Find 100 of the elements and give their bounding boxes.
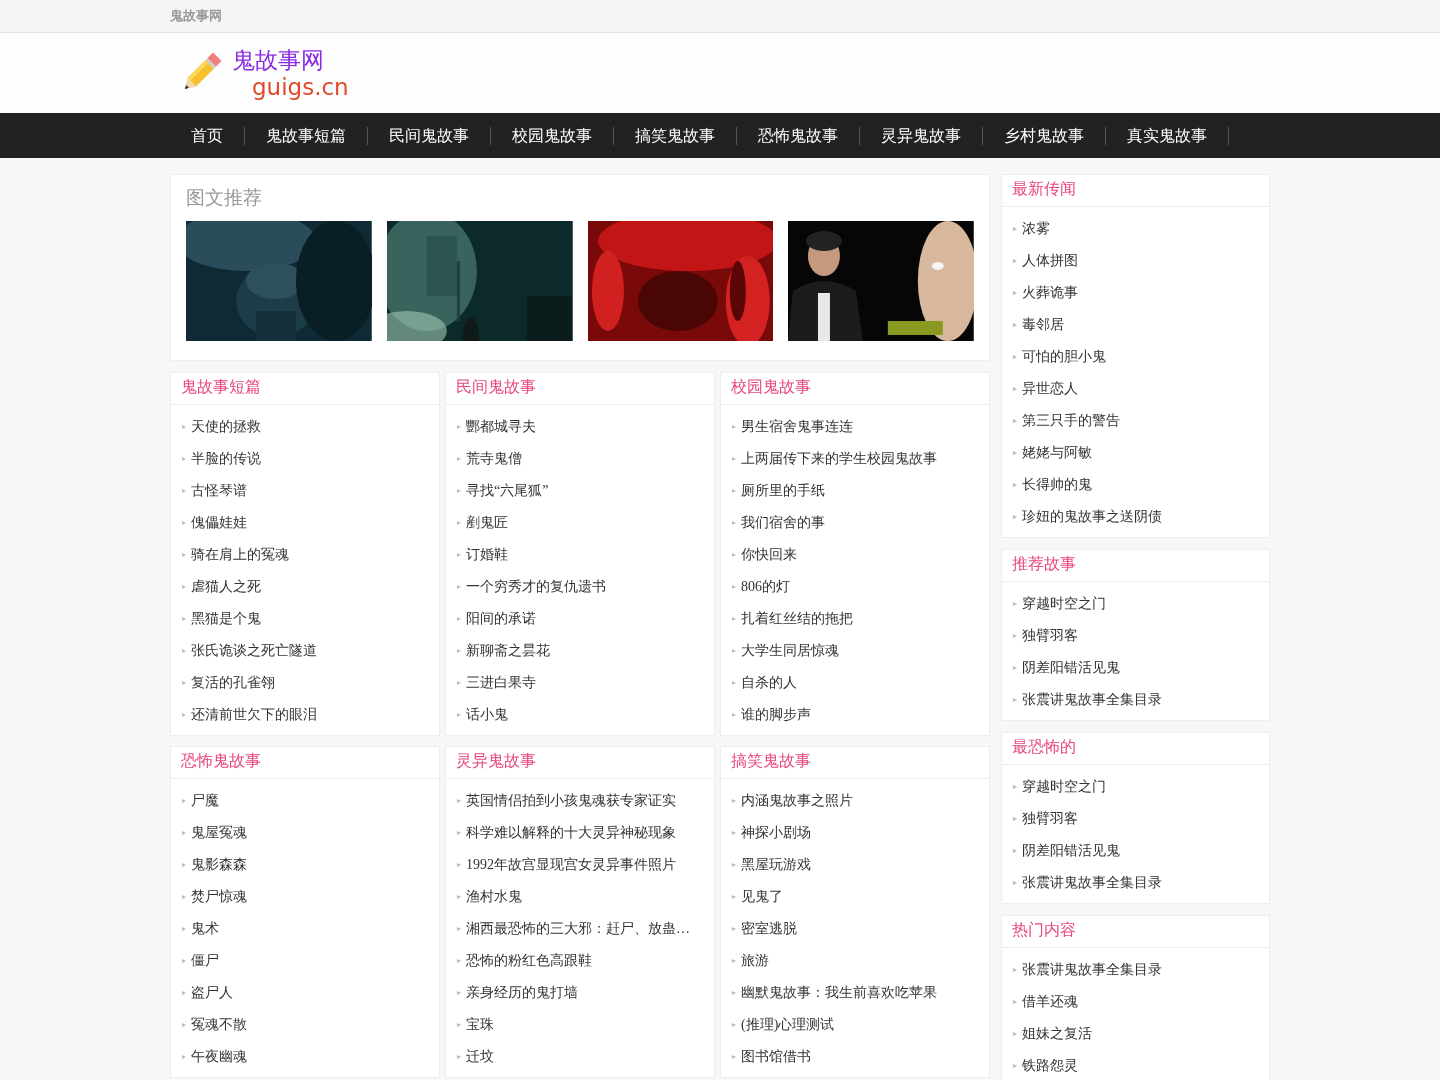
story-link[interactable]: 见鬼了 bbox=[741, 888, 783, 906]
story-link[interactable]: 我们宿舍的事 bbox=[741, 514, 825, 532]
story-link[interactable]: 大学生同居惊魂 bbox=[741, 642, 839, 660]
story-link[interactable]: 湘西最恐怖的三大邪：赶尸、放蛊… bbox=[466, 920, 690, 938]
story-link[interactable]: 冤魂不散 bbox=[191, 1016, 247, 1034]
nav-link[interactable]: 校园鬼故事 bbox=[491, 126, 614, 145]
story-link[interactable]: 图书馆借书 bbox=[741, 1048, 811, 1066]
story-link[interactable]: 穿越时空之门 bbox=[1022, 778, 1106, 796]
nav-link[interactable]: 搞笑鬼故事 bbox=[614, 126, 737, 145]
story-link[interactable]: 张震讲鬼故事全集目录 bbox=[1022, 691, 1162, 709]
story-link[interactable]: 话小鬼 bbox=[466, 706, 508, 724]
bullet-icon bbox=[1012, 290, 1018, 296]
story-link[interactable]: 恐怖的粉红色高跟鞋 bbox=[466, 952, 592, 970]
bullet-icon bbox=[731, 798, 737, 804]
story-link[interactable]: 你快回来 bbox=[741, 546, 797, 564]
story-link[interactable]: 幽默鬼故事：我生前喜欢吃苹果 bbox=[741, 984, 937, 1002]
story-link[interactable]: 黑屋玩游戏 bbox=[741, 856, 811, 874]
nav-link[interactable]: 灵异鬼故事 bbox=[860, 126, 983, 145]
story-link[interactable]: 毒邻居 bbox=[1022, 316, 1064, 334]
story-link[interactable]: 阴差阳错活见鬼 bbox=[1022, 659, 1120, 677]
story-link[interactable]: 806的灯 bbox=[741, 578, 790, 596]
story-link[interactable]: 盗尸人 bbox=[191, 984, 233, 1002]
nav-link[interactable]: 真实鬼故事 bbox=[1106, 126, 1229, 145]
story-link[interactable]: 厕所里的手纸 bbox=[741, 482, 825, 500]
story-link[interactable]: 荒寺鬼僧 bbox=[466, 450, 522, 468]
bullet-icon bbox=[456, 424, 462, 430]
story-link[interactable]: 还清前世欠下的眼泪 bbox=[191, 706, 317, 724]
story-link[interactable]: 科学难以解释的十大灵异神秘现象 bbox=[466, 824, 676, 842]
story-link[interactable]: 天使的拯救 bbox=[191, 418, 261, 436]
bullet-icon bbox=[731, 424, 737, 430]
story-link[interactable]: 剷鬼匠 bbox=[466, 514, 508, 532]
story-link[interactable]: 寻找“六尾狐” bbox=[466, 482, 549, 500]
story-link[interactable]: 穿越时空之门 bbox=[1022, 595, 1106, 613]
story-link[interactable]: 自杀的人 bbox=[741, 674, 797, 692]
nav-link[interactable]: 恐怖鬼故事 bbox=[737, 126, 860, 145]
story-link[interactable]: (推理)心理测试 bbox=[741, 1016, 835, 1034]
story-link[interactable]: 上两届传下来的学生校园鬼故事 bbox=[741, 450, 937, 468]
story-link[interactable]: 阳间的承诺 bbox=[466, 610, 536, 628]
story-link[interactable]: 独臂羽客 bbox=[1022, 810, 1078, 828]
story-link[interactable]: 渔村水鬼 bbox=[466, 888, 522, 906]
story-link[interactable]: 亲身经历的鬼打墙 bbox=[466, 984, 578, 1002]
bullet-icon bbox=[731, 926, 737, 932]
story-link[interactable]: 订婚鞋 bbox=[466, 546, 508, 564]
story-link[interactable]: 人体拼图 bbox=[1022, 252, 1078, 270]
story-link[interactable]: 张震讲鬼故事全集目录 bbox=[1022, 874, 1162, 892]
story-link[interactable]: 内涵鬼故事之照片 bbox=[741, 792, 853, 810]
story-link[interactable]: 午夜幽魂 bbox=[191, 1048, 247, 1066]
story-link[interactable]: 僵尸 bbox=[191, 952, 219, 970]
story-link[interactable]: 鬼屋冤魂 bbox=[191, 824, 247, 842]
story-link[interactable]: 鬼术 bbox=[191, 920, 219, 938]
story-link[interactable]: 迁坟 bbox=[466, 1048, 494, 1066]
bullet-icon bbox=[731, 830, 737, 836]
nav-link[interactable]: 民间鬼故事 bbox=[368, 126, 491, 145]
story-link[interactable]: 半脸的传说 bbox=[191, 450, 261, 468]
story-link[interactable]: 宝珠 bbox=[466, 1016, 494, 1034]
story-link[interactable]: 古怪琴谱 bbox=[191, 482, 247, 500]
story-link[interactable]: 黑猫是个鬼 bbox=[191, 610, 261, 628]
story-link[interactable]: 男生宿舍鬼事连连 bbox=[741, 418, 853, 436]
panel-title: 热门内容 bbox=[1012, 920, 1076, 939]
story-link[interactable]: 神探小剧场 bbox=[741, 824, 811, 842]
story-link[interactable]: 1992年故宫显现宫女灵异事件照片 bbox=[466, 856, 676, 874]
nav-link[interactable]: 鬼故事短篇 bbox=[245, 126, 368, 145]
story-link[interactable]: 可怕的胆小鬼 bbox=[1022, 348, 1106, 366]
story-link[interactable]: 借羊还魂 bbox=[1022, 993, 1078, 1011]
story-link[interactable]: 铁路怨灵 bbox=[1022, 1057, 1078, 1075]
story-link[interactable]: 火葬诡事 bbox=[1022, 284, 1078, 302]
story-link[interactable]: 姥姥与阿敏 bbox=[1022, 444, 1092, 462]
story-link[interactable]: 张氏诡谈之死亡隧道 bbox=[191, 642, 317, 660]
story-link[interactable]: 浓雾 bbox=[1022, 220, 1050, 238]
story-link[interactable]: 鬼影森森 bbox=[191, 856, 247, 874]
story-link[interactable]: 长得帅的鬼 bbox=[1022, 476, 1092, 494]
story-link[interactable]: 谁的脚步声 bbox=[741, 706, 811, 724]
story-link[interactable]: 尸魔 bbox=[191, 792, 219, 810]
story-link[interactable]: 傀儡娃娃 bbox=[191, 514, 247, 532]
nav-link[interactable]: 首页 bbox=[170, 126, 245, 145]
story-link[interactable]: 焚尸惊魂 bbox=[191, 888, 247, 906]
story-link[interactable]: 阴差阳错活见鬼 bbox=[1022, 842, 1120, 860]
story-link[interactable]: 英国情侣拍到小孩鬼魂获专家证实 bbox=[466, 792, 676, 810]
story-link[interactable]: 骑在肩上的冤魂 bbox=[191, 546, 289, 564]
site-name: 鬼故事网 bbox=[170, 7, 222, 25]
story-link[interactable]: 珍妞的鬼故事之送阴债 bbox=[1022, 508, 1162, 526]
story-link[interactable]: 张震讲鬼故事全集目录 bbox=[1022, 961, 1162, 979]
story-link[interactable]: 虐猫人之死 bbox=[191, 578, 261, 596]
story-link[interactable]: 密室逃脱 bbox=[741, 920, 797, 938]
story-link[interactable]: 复活的孔雀翎 bbox=[191, 674, 275, 692]
bullet-icon bbox=[731, 584, 737, 590]
story-link[interactable]: 扎着红丝结的拖把 bbox=[741, 610, 853, 628]
story-link[interactable]: 第三只手的警告 bbox=[1022, 412, 1120, 430]
story-link[interactable]: 异世恋人 bbox=[1022, 380, 1078, 398]
nav-link[interactable]: 乡村鬼故事 bbox=[983, 126, 1106, 145]
story-link[interactable]: 独臂羽客 bbox=[1022, 627, 1078, 645]
story-link[interactable]: 一个穷秀才的复仇遗书 bbox=[466, 578, 606, 596]
story-link[interactable]: 新聊斋之昙花 bbox=[466, 642, 550, 660]
bullet-icon bbox=[181, 958, 187, 964]
story-link[interactable]: 三进白果寺 bbox=[466, 674, 536, 692]
story-link[interactable]: 旅游 bbox=[741, 952, 769, 970]
bullet-icon bbox=[456, 648, 462, 654]
story-link[interactable]: 酆都城寻夫 bbox=[466, 418, 536, 436]
panel-title: 最恐怖的 bbox=[1012, 737, 1076, 756]
story-link[interactable]: 姐妹之复活 bbox=[1022, 1025, 1092, 1043]
